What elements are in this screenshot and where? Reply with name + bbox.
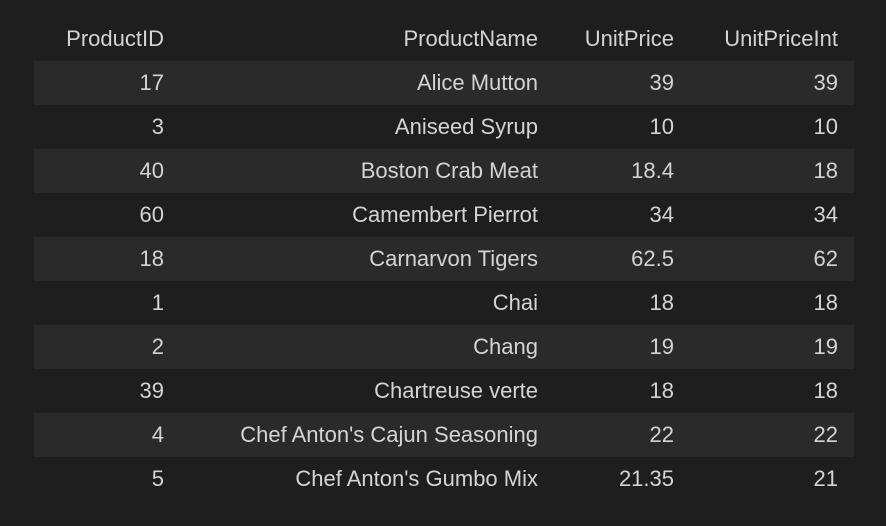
cell-unitpriceint[interactable]: 39 — [690, 61, 854, 105]
column-header-unitprice[interactable]: UnitPrice — [554, 17, 690, 61]
table-row[interactable]: 39 Chartreuse verte 18 18 — [34, 369, 854, 413]
cell-productid[interactable]: 2 — [34, 325, 180, 369]
table-row[interactable]: 4 Chef Anton's Cajun Seasoning 22 22 — [34, 413, 854, 457]
cell-unitprice[interactable]: 18 — [554, 369, 690, 413]
table-header: ProductID ProductName UnitPrice UnitPric… — [34, 17, 854, 61]
table-row[interactable]: 3 Aniseed Syrup 10 10 — [34, 105, 854, 149]
table-body: 17 Alice Mutton 39 39 3 Aniseed Syrup 10… — [34, 61, 854, 501]
cell-unitpriceint[interactable]: 18 — [690, 281, 854, 325]
cell-productid[interactable]: 4 — [34, 413, 180, 457]
table-row[interactable]: 1 Chai 18 18 — [34, 281, 854, 325]
cell-productid[interactable]: 1 — [34, 281, 180, 325]
table-row[interactable]: 18 Carnarvon Tigers 62.5 62 — [34, 237, 854, 281]
cell-unitpriceint[interactable]: 19 — [690, 325, 854, 369]
cell-productid[interactable]: 39 — [34, 369, 180, 413]
cell-productname[interactable]: Chef Anton's Cajun Seasoning — [180, 413, 554, 457]
cell-unitprice[interactable]: 19 — [554, 325, 690, 369]
cell-productid[interactable]: 60 — [34, 193, 180, 237]
cell-unitpriceint[interactable]: 34 — [690, 193, 854, 237]
cell-productname[interactable]: Carnarvon Tigers — [180, 237, 554, 281]
cell-unitprice[interactable]: 39 — [554, 61, 690, 105]
cell-productname[interactable]: Boston Crab Meat — [180, 149, 554, 193]
table-row[interactable]: 17 Alice Mutton 39 39 — [34, 61, 854, 105]
table-row[interactable]: 60 Camembert Pierrot 34 34 — [34, 193, 854, 237]
cell-productid[interactable]: 18 — [34, 237, 180, 281]
cell-unitprice[interactable]: 21.35 — [554, 457, 690, 501]
cell-productname[interactable]: Alice Mutton — [180, 61, 554, 105]
cell-unitprice[interactable]: 34 — [554, 193, 690, 237]
cell-unitprice[interactable]: 18.4 — [554, 149, 690, 193]
cell-unitprice[interactable]: 22 — [554, 413, 690, 457]
cell-productid[interactable]: 3 — [34, 105, 180, 149]
column-header-unitpriceint[interactable]: UnitPriceInt — [690, 17, 854, 61]
column-header-productid[interactable]: ProductID — [34, 17, 180, 61]
cell-unitpriceint[interactable]: 10 — [690, 105, 854, 149]
cell-productname[interactable]: Chartreuse verte — [180, 369, 554, 413]
cell-productname[interactable]: Aniseed Syrup — [180, 105, 554, 149]
cell-productid[interactable]: 17 — [34, 61, 180, 105]
cell-unitpriceint[interactable]: 21 — [690, 457, 854, 501]
results-panel: ProductID ProductName UnitPrice UnitPric… — [0, 0, 886, 526]
header-row: ProductID ProductName UnitPrice UnitPric… — [34, 17, 854, 61]
cell-unitpriceint[interactable]: 22 — [690, 413, 854, 457]
results-table: ProductID ProductName UnitPrice UnitPric… — [34, 17, 854, 501]
cell-unitprice[interactable]: 18 — [554, 281, 690, 325]
column-header-productname[interactable]: ProductName — [180, 17, 554, 61]
cell-productname[interactable]: Chef Anton's Gumbo Mix — [180, 457, 554, 501]
cell-productname[interactable]: Chai — [180, 281, 554, 325]
cell-unitprice[interactable]: 62.5 — [554, 237, 690, 281]
table-row[interactable]: 40 Boston Crab Meat 18.4 18 — [34, 149, 854, 193]
table-row[interactable]: 5 Chef Anton's Gumbo Mix 21.35 21 — [34, 457, 854, 501]
cell-unitpriceint[interactable]: 18 — [690, 149, 854, 193]
cell-unitpriceint[interactable]: 18 — [690, 369, 854, 413]
cell-unitpriceint[interactable]: 62 — [690, 237, 854, 281]
cell-unitprice[interactable]: 10 — [554, 105, 690, 149]
cell-productname[interactable]: Chang — [180, 325, 554, 369]
cell-productname[interactable]: Camembert Pierrot — [180, 193, 554, 237]
cell-productid[interactable]: 5 — [34, 457, 180, 501]
cell-productid[interactable]: 40 — [34, 149, 180, 193]
table-row[interactable]: 2 Chang 19 19 — [34, 325, 854, 369]
